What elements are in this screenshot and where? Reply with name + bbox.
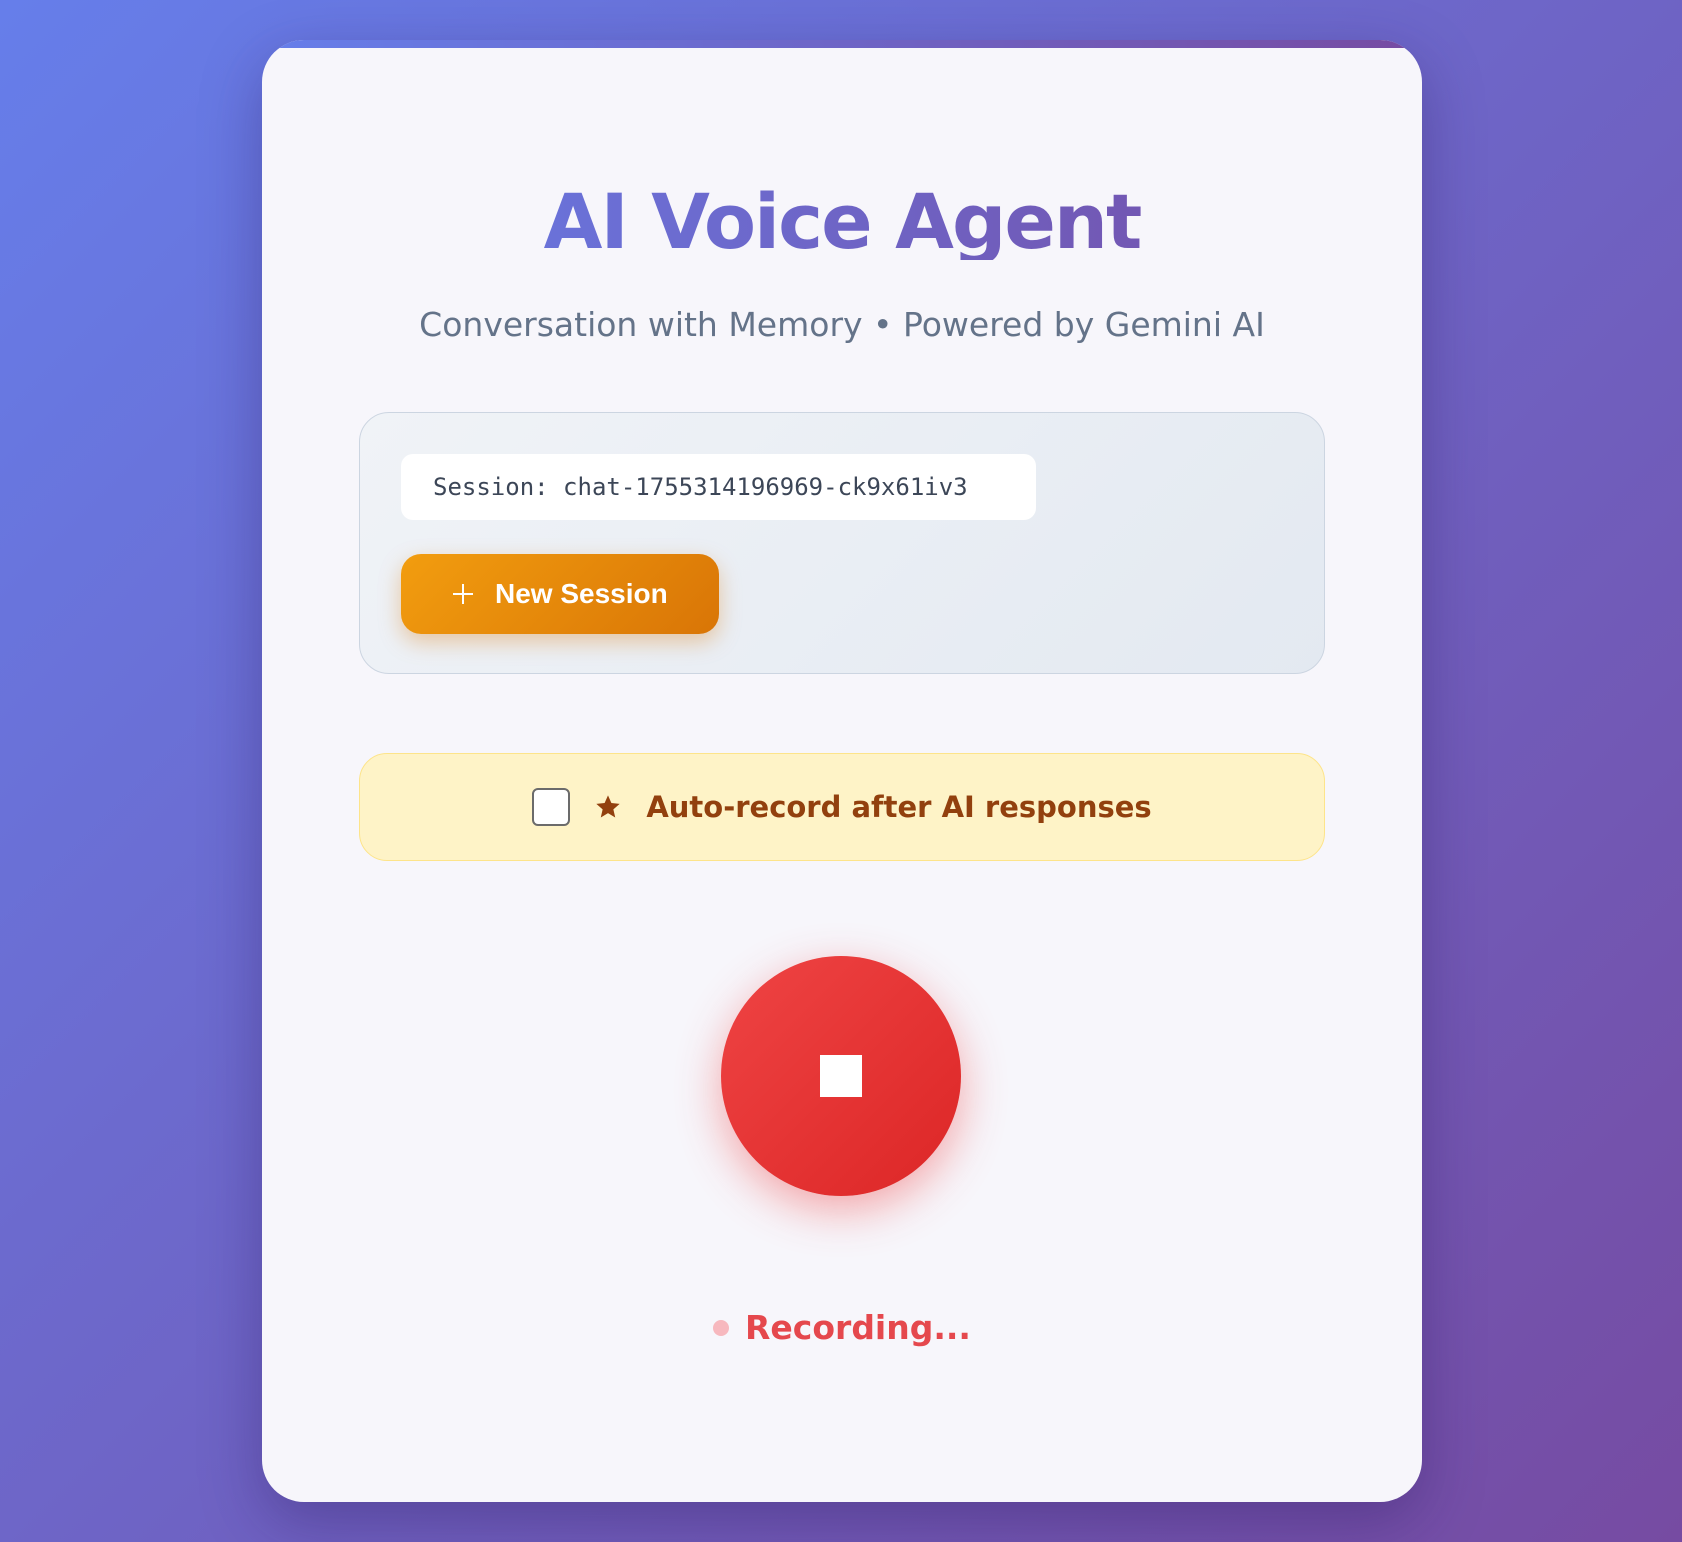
plus-icon [453,584,473,604]
recording-status-text: Recording... [745,1308,971,1347]
session-id-display: Session: chat-1755314196969-ck9x61iv3 [401,454,1036,520]
star-icon [596,795,620,818]
auto-record-toggle-row: Auto-record after AI responses [359,753,1325,861]
auto-record-checkbox[interactable] [532,788,571,826]
session-panel: Session: chat-1755314196969-ck9x61iv3 Ne… [359,412,1325,674]
recording-status: Recording... [262,1308,1422,1347]
recording-indicator-dot [713,1319,730,1336]
record-stop-button[interactable] [721,956,961,1196]
page-title: AI Voice Agent [262,184,1422,260]
stop-icon [820,1055,862,1097]
auto-record-label: Auto-record after AI responses [646,790,1152,824]
new-session-label: New Session [495,578,668,609]
new-session-button[interactable]: New Session [401,554,719,634]
card-top-accent-bar [262,40,1422,48]
main-card: AI Voice Agent Conversation with Memory … [262,40,1422,1502]
page-subtitle: Conversation with Memory • Powered by Ge… [419,305,1265,344]
